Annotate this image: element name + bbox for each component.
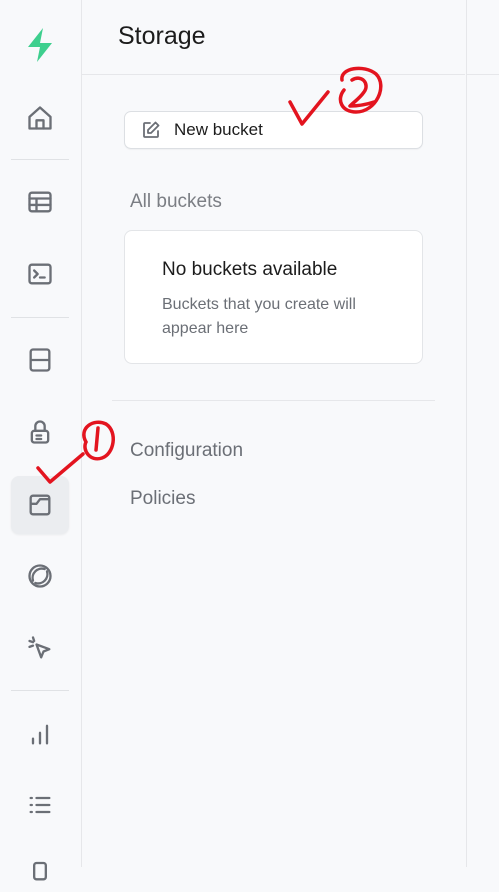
new-bucket-label: New bucket — [174, 120, 263, 139]
policies-link[interactable]: Policies — [130, 488, 195, 510]
sidebar-divider — [11, 690, 69, 691]
storage-menu-panel: Storage New bucket All buckets No bucket… — [82, 0, 465, 867]
more-icon[interactable] — [18, 848, 62, 892]
edge-functions-icon[interactable] — [18, 554, 62, 598]
menu-divider — [112, 400, 435, 401]
panel-header: Storage — [82, 0, 465, 75]
logs-icon[interactable] — [18, 783, 62, 827]
all-buckets-heading: All buckets — [130, 191, 222, 212]
sql-editor-icon[interactable] — [18, 252, 62, 296]
table-editor-icon[interactable] — [18, 180, 62, 224]
realtime-icon[interactable] — [18, 626, 62, 670]
page-title: Storage — [118, 22, 206, 50]
empty-buckets-card: No buckets available Buckets that you cr… — [124, 230, 423, 364]
main-content-area — [466, 0, 499, 867]
empty-description: Buckets that you create will appear here — [162, 296, 356, 337]
configuration-heading: Configuration — [130, 440, 244, 461]
edit-icon — [141, 120, 161, 140]
reports-icon[interactable] — [18, 712, 62, 756]
home-icon[interactable] — [18, 96, 62, 140]
database-icon[interactable] — [18, 338, 62, 382]
content-header-divider — [466, 74, 499, 75]
storage-icon[interactable] — [11, 476, 69, 534]
icon-sidebar — [0, 0, 82, 881]
empty-title: No buckets available — [162, 259, 338, 280]
new-bucket-button[interactable]: New bucket — [124, 111, 423, 149]
sidebar-divider — [11, 159, 69, 160]
sidebar-divider — [11, 317, 69, 318]
supabase-logo-icon[interactable] — [20, 25, 60, 65]
authentication-icon[interactable] — [18, 410, 62, 454]
